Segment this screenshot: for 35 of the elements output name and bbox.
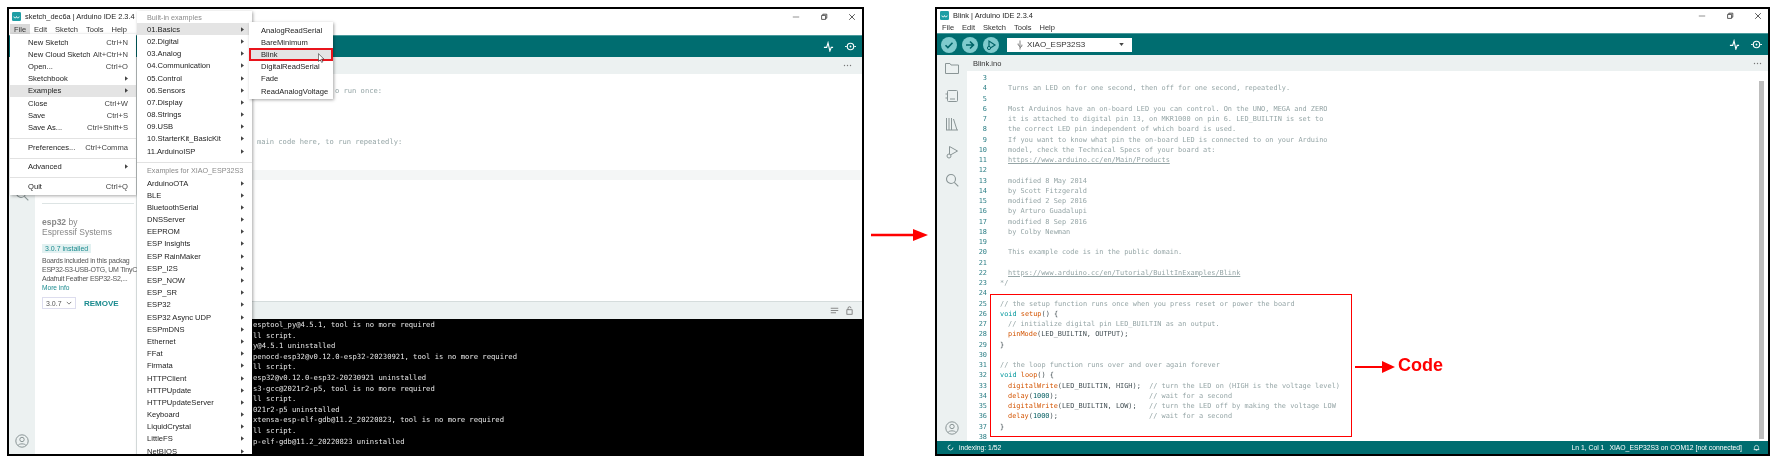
board-icon[interactable]	[945, 89, 959, 103]
annotation-label: Code	[1398, 355, 1443, 376]
right-arrow	[1355, 361, 1395, 373]
account-icon[interactable]	[945, 421, 959, 435]
scrollbar[interactable]	[1759, 81, 1764, 439]
right-arrow	[871, 227, 928, 243]
serial-plotter-icon[interactable]	[823, 41, 834, 52]
board-selector[interactable]: XIAO_ESP32S3	[1007, 37, 1132, 52]
serial-monitor-icon[interactable]	[1751, 39, 1762, 50]
close-icon[interactable]	[1754, 11, 1762, 20]
loading-icon	[947, 444, 954, 451]
mouse-pointer-icon	[318, 53, 324, 63]
restore-icon[interactable]	[820, 12, 828, 21]
submenu-arrow-icon	[125, 164, 128, 170]
search-icon[interactable]	[945, 173, 959, 187]
debug-button[interactable]	[983, 36, 999, 53]
serial-plotter-icon[interactable]	[1729, 39, 1740, 50]
clear-output-icon[interactable]	[830, 306, 839, 315]
bell-icon[interactable]	[1753, 444, 1760, 451]
dropdown-caret-icon	[1119, 43, 1124, 46]
lock-icon[interactable]	[845, 306, 854, 315]
chevron-down-icon	[66, 301, 72, 305]
remove-button[interactable]: REMOVE	[84, 298, 119, 308]
verify-button[interactable]	[941, 36, 957, 53]
upload-button[interactable]	[962, 36, 978, 53]
folder-icon[interactable]	[945, 61, 959, 75]
library-icon[interactable]	[945, 117, 959, 131]
account-icon[interactable]	[15, 434, 29, 448]
library-title: esp32 by Espressif Systems	[42, 218, 112, 237]
app-logo-icon	[12, 12, 21, 21]
serial-monitor-icon[interactable]	[845, 41, 856, 52]
usb-icon	[1017, 39, 1023, 50]
close-icon[interactable]	[848, 12, 856, 21]
restore-icon[interactable]	[1726, 11, 1734, 20]
debug-icon[interactable]	[945, 145, 959, 159]
